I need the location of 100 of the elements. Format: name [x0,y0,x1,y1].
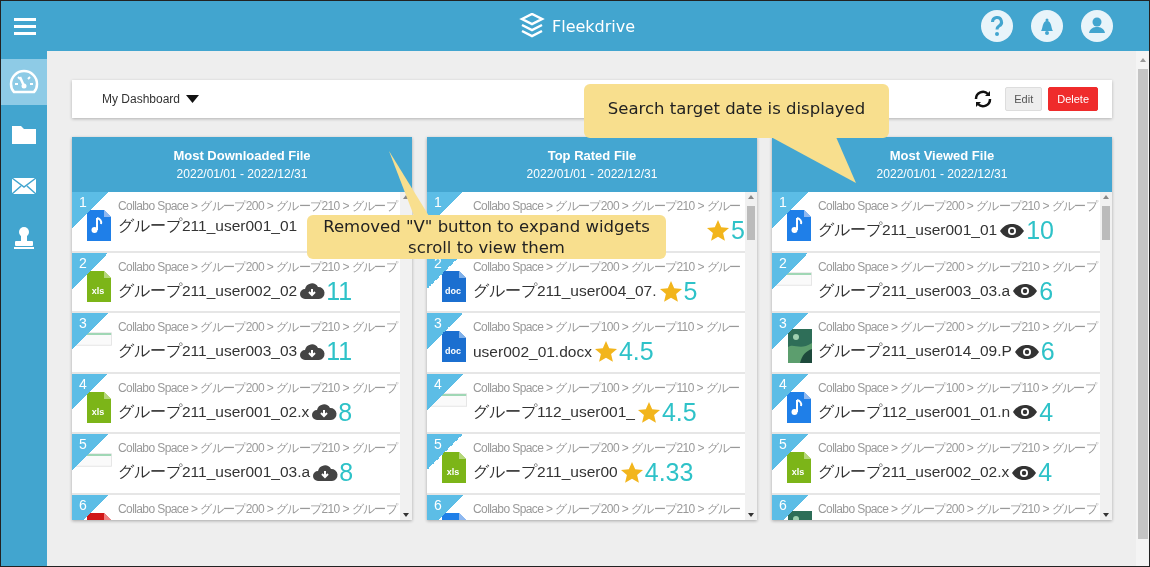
mail-icon [11,177,37,195]
eye-icon [1013,343,1040,360]
folder-path: Collabo Space > グループ200 > グループ210 > グループ [118,500,399,518]
count: 4 [1039,397,1054,427]
app-name: Fleekdrive [552,16,636,36]
rank-badge: 6 [72,494,108,520]
music-file-icon [786,389,812,424]
star-icon [706,219,731,242]
folder-path: Collabo Space > グループ100 > グループ110 > グループ [818,379,1098,397]
folder-path: Collabo Space > グループ200 > グループ210 > グループ [818,500,1099,518]
spreadsheet-file-icon: xls [86,268,112,303]
scrollbar[interactable] [745,192,757,520]
folder-path: Collabo Space > グループ200 > グループ210 > グルー [473,500,742,518]
rank-badge: 6 [772,494,808,520]
eye-icon [1011,464,1038,481]
file-name: グループ211_user001_02.x [118,401,310,422]
file-name: グループ211_user001_01 [818,220,998,240]
eye-icon [1012,404,1039,420]
folder-path: Collabo Space > グループ200 > グループ210 > グループ [118,198,399,215]
eye-icon [1012,283,1039,299]
folder-path: Collabo Space > グループ200 > グループ210 > グループ [118,319,399,336]
refresh-icon[interactable] [973,90,994,108]
cloud-download-icon [312,463,339,482]
widget-title: Most Viewed File [889,148,995,163]
folder-path: Collabo Space > グループ200 > グループ210 > グループ [818,440,1099,457]
stamp-icon [13,226,35,250]
count: 8 [339,458,354,487]
spreadsheet-file-icon: xls [441,450,467,484]
document-file-icon: doc [441,329,467,363]
folder-path: Collabo Space > グループ200 > グループ210 > グループ [818,319,1099,336]
star-icon [593,340,618,363]
scroll-thumb[interactable] [747,206,755,240]
folder-path: Collabo Space > グループ200 > グループ210 > グループ [118,379,399,397]
sidebar-item[interactable] [1,59,47,105]
cloud-download-icon [311,403,338,421]
rank-badge: 1 [72,192,108,228]
count: 10 [1026,216,1055,245]
file-name: グループ211_user003_03 [118,341,298,361]
file-name: グループ211_user002_02 [118,280,298,301]
folder-path: Collabo Space > グループ200 > グループ210 > グループ [818,198,1099,215]
file-name: グループ211_user014_09.P [818,341,1012,361]
dashboard-dropdown[interactable]: My Dashboard [102,92,200,106]
count: 11 [326,337,353,366]
bell-icon[interactable] [1031,10,1063,42]
gauge-icon [9,69,39,95]
help-icon[interactable] [981,10,1013,42]
cloud-download-icon [299,342,326,361]
file-name: グループ112_user001_01.n [818,401,1011,422]
menu-icon[interactable] [14,17,36,35]
music-file-icon [786,208,812,242]
star-icon [636,400,661,424]
file-name: グループ211_user004_07. [473,280,657,301]
callout-text: Search target date is displayed [606,98,867,119]
edit-button[interactable]: Edit [1005,87,1043,111]
eye-icon [999,222,1026,239]
count: 4.33 [644,458,694,487]
caret-icon [186,95,200,103]
star-icon [619,461,644,484]
count: 5 [731,216,745,245]
count: 6 [1040,337,1055,366]
rank-badge: 2 [772,252,808,289]
folder-path: Collabo Space > グループ100 > グループ110 > グルー [473,379,741,397]
date-range: 2022/01/01 - 2022/12/31 [876,167,1008,181]
folder-path: Collabo Space > グループ200 > グループ210 > グループ [118,440,399,457]
count: 11 [326,276,353,306]
scrollbar[interactable] [1136,51,1149,566]
spreadsheet-file-icon: xls [786,450,812,484]
count: 4 [1038,458,1053,487]
widget-title: Most Downloaded File [173,148,311,163]
folder-path: Collabo Space > グループ200 > グループ210 > グルー [473,258,742,276]
rank-badge: 6 [427,494,463,520]
file-name: グループ211_user001_01 [118,216,298,236]
logo-icon [518,13,546,39]
date-range: 2022/01/01 - 2022/12/31 [176,167,308,181]
user-icon[interactable] [1081,10,1113,42]
folder-path: Collabo Space > グループ100 > グループ110 > グルー [473,319,741,336]
star-icon [658,279,683,303]
count: 6 [1039,276,1054,306]
file-name: グループ211_user002_02.x [818,462,1010,482]
count: 5 [683,276,698,306]
delete-button[interactable]: Delete [1048,87,1098,111]
file-name: グループ211_user003_03.a [818,280,1011,301]
folder-path: Collabo Space > グループ200 > グループ210 > グループ [118,258,399,276]
file-name: user002_01.docx [473,342,592,361]
scroll-up-icon[interactable] [1138,57,1147,63]
scroll-thumb[interactable] [1137,69,1148,539]
rank-badge: 4 [427,373,463,410]
rank-badge: 3 [772,313,808,349]
folder-path: Collabo Space > グループ200 > グループ210 > グループ [818,258,1099,276]
scrollbar[interactable] [1100,192,1112,520]
count: 4.5 [618,337,654,366]
file-name: グループ211_user00 [473,462,618,482]
document-file-icon: doc [441,268,467,303]
cloud-download-icon [299,282,326,300]
rank-badge: 5 [72,434,108,470]
rank-badge: 1 [772,192,808,228]
rank-badge: 4 [772,373,808,410]
rank-badge: 3 [72,313,108,349]
folder-path: Collabo Space > グループ200 > グループ210 > グルー [473,198,742,215]
scroll-thumb[interactable] [1102,206,1110,240]
